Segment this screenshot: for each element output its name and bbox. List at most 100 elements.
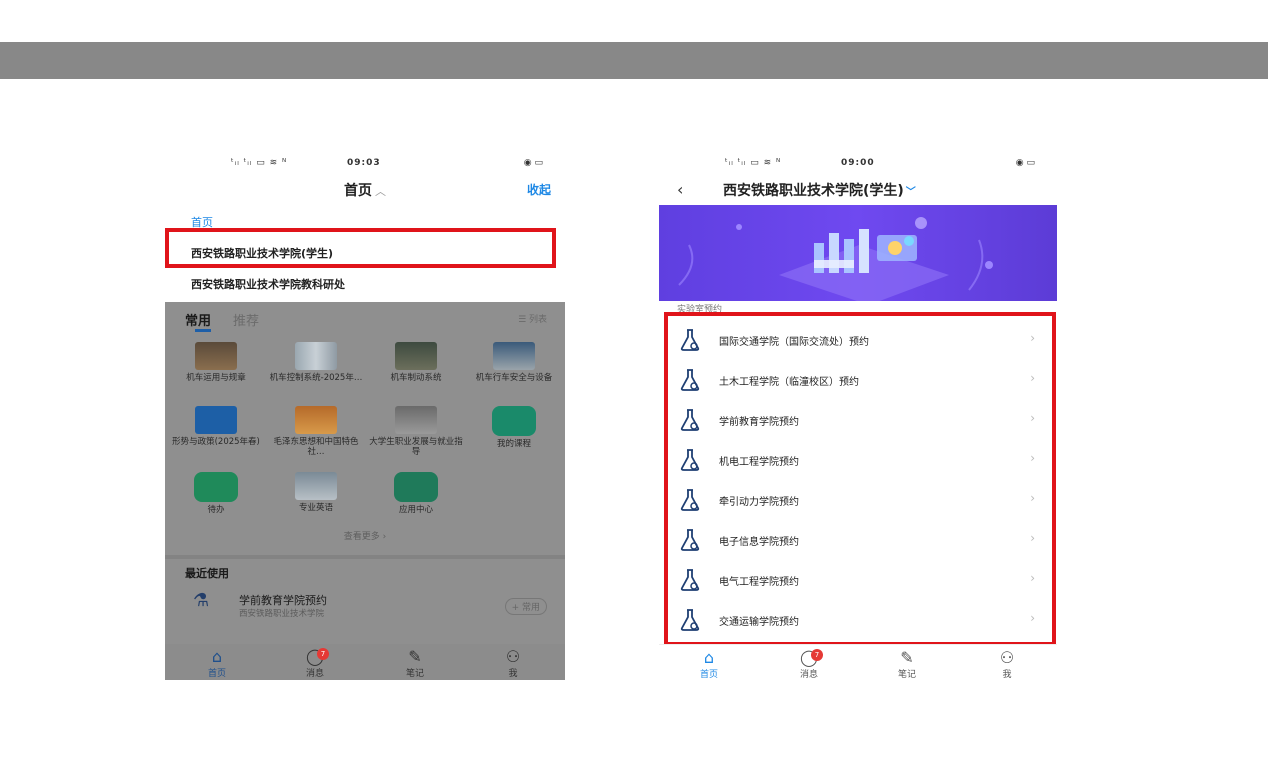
todo-icon (194, 472, 238, 502)
dimmed-overlay[interactable]: 常用 推荐 ☰ 列表 机车运用与规章 机车控制系统-2025年… 机车制动系统 机… (165, 302, 565, 680)
nav-notes[interactable]: ✎ 笔记 (877, 648, 937, 681)
nav-notes[interactable]: ✎ 笔记 (385, 647, 445, 680)
list-view-toggle[interactable]: ☰ 列表 (518, 312, 547, 325)
list-item-label: 学前教育学院预约 (719, 417, 799, 428)
grid-item[interactable]: 大学生职业发展与就业指导 (367, 406, 465, 457)
grid-item[interactable]: 机车控制系统-2025年… (267, 342, 365, 383)
chevron-right-icon: › (1030, 331, 1035, 345)
list-item[interactable]: 牵引动力学院预约 › (671, 480, 1049, 520)
back-arrow-icon[interactable]: ‹ (677, 180, 683, 199)
flask-icon (680, 489, 700, 511)
profile-icon: ⚇ (999, 648, 1015, 667)
nav-label: 首页 (699, 670, 718, 680)
recent-item-subtitle: 西安铁路职业技术学院 (239, 609, 325, 619)
flask-icon (680, 609, 700, 631)
signal-icons: ᵗᵢₗ ᵗᵢₗ ▭ ≋ ᴺ (231, 158, 288, 168)
course-icon (492, 406, 536, 436)
profile-icon: ⚇ (505, 647, 521, 666)
course-thumbnail (195, 342, 237, 370)
course-thumbnail (295, 342, 337, 370)
nav-label: 首页 (207, 669, 226, 679)
battery-icon: ◉ ▭ (523, 158, 543, 168)
list-item-label: 机电工程学院预约 (719, 457, 799, 468)
chevron-down-icon: ﹀ (905, 187, 916, 198)
page-title[interactable]: 西安铁路职业技术学院(学生) ﹀ (723, 180, 916, 200)
grid-item[interactable]: 应用中心 (367, 472, 465, 515)
grid-item-label: 专业英语 (298, 503, 333, 513)
grid-item[interactable]: 我的课程 (465, 406, 563, 449)
grid-item[interactable]: 机车行车安全与设备 (465, 342, 563, 383)
tab-recommended[interactable]: 推荐 (233, 314, 259, 329)
recent-section-title: 最近使用 (185, 567, 229, 580)
grid-item[interactable]: 机车运用与规章 (167, 342, 265, 383)
notes-icon: ✎ (900, 648, 914, 667)
chevron-right-icon: › (1030, 411, 1035, 425)
status-bar: ᵗᵢₗ ᵗᵢₗ ▭ ≋ ᴺ 09:03 ◉ ▭ (165, 158, 565, 174)
status-time: 09:03 (347, 158, 381, 168)
menu-item-student[interactable]: 西安铁路职业技术学院(学生) (191, 245, 333, 261)
grid-item[interactable]: 形势与政策(2025年春) (167, 406, 265, 447)
grid-item[interactable]: 机车制动系统 (367, 342, 465, 383)
chevron-right-icon: › (1030, 611, 1035, 625)
nav-label: 笔记 (897, 670, 916, 680)
nav-home[interactable]: ⌂ 首页 (187, 647, 247, 680)
grid-item[interactable]: 专业英语 (267, 472, 365, 513)
see-more-link[interactable]: 查看更多 › (165, 529, 565, 542)
flask-icon (680, 449, 700, 471)
grid-item-label: 机车控制系统-2025年… (269, 373, 363, 383)
list-item-label: 土木工程学院（临潼校区）预约 (719, 377, 859, 388)
nav-me[interactable]: ⚇ 我 (483, 647, 543, 680)
nav-label: 消息 (799, 670, 818, 680)
course-thumbnail (395, 406, 437, 434)
grid-item-label: 形势与政策(2025年春) (172, 437, 260, 447)
nav-label: 我 (1002, 670, 1012, 680)
list-item[interactable]: 交通运输学院预约 › (671, 600, 1049, 640)
nav-messages[interactable]: ◯ 7 消息 (779, 649, 839, 680)
chevron-up-icon: ︿ (375, 185, 386, 198)
list-item[interactable]: 土木工程学院（临潼校区）预约 › (671, 360, 1049, 400)
flask-icon (680, 369, 700, 391)
collapse-button[interactable]: 收起 (527, 181, 551, 198)
add-common-button[interactable]: + 常用 (504, 598, 547, 615)
course-thumbnail (195, 406, 237, 434)
grid-item-label: 大学生职业发展与就业指导 (369, 437, 463, 457)
nav-label: 笔记 (405, 669, 424, 679)
banner-image[interactable] (659, 205, 1057, 301)
list-item[interactable]: 国际交通学院（国际交流处）预约 › (671, 320, 1049, 360)
list-item[interactable]: 电子信息学院预约 › (671, 520, 1049, 560)
page-title-text: 西安铁路职业技术学院(学生) (723, 183, 904, 199)
isometric-illustration (678, 217, 993, 301)
chevron-right-icon: › (1030, 571, 1035, 585)
flask-icon (680, 529, 700, 551)
grid-item-label: 机车制动系统 (390, 373, 442, 383)
list-item[interactable]: 电气工程学院预约 › (671, 560, 1049, 600)
unread-badge: 7 (317, 648, 329, 660)
nav-me[interactable]: ⚇ 我 (977, 648, 1037, 681)
signal-icons: ᵗᵢₗ ᵗᵢₗ ▭ ≋ ᴺ (725, 158, 782, 168)
tab-bar: 常用 推荐 (185, 310, 259, 329)
notes-icon: ✎ (408, 647, 422, 666)
flask-icon (680, 329, 700, 351)
list-item-label: 牵引动力学院预约 (719, 497, 799, 508)
chevron-right-icon: › (1030, 491, 1035, 505)
flask-icon (680, 569, 700, 591)
top-gray-bar (0, 42, 1268, 79)
course-thumbnail (493, 342, 535, 370)
nav-messages[interactable]: ◯ 7 消息 (285, 648, 345, 679)
grid-item-label: 应用中心 (398, 505, 433, 515)
chevron-right-icon: › (1030, 371, 1035, 385)
list-item[interactable]: 机电工程学院预约 › (671, 440, 1049, 480)
home-icon: ⌂ (211, 647, 223, 666)
home-icon: ⌂ (703, 648, 715, 667)
page-title[interactable]: 首页 ︿ (165, 180, 565, 200)
menu-item-research[interactable]: 西安铁路职业技术学院教科研处 (191, 276, 345, 292)
list-item[interactable]: 学前教育学院预约 › (671, 400, 1049, 440)
course-thumbnail (295, 472, 337, 500)
nav-home[interactable]: ⌂ 首页 (679, 648, 739, 681)
divider (165, 555, 565, 559)
grid-item[interactable]: 待办 (167, 472, 265, 515)
recent-item-name[interactable]: 学前教育学院预约 (239, 592, 327, 608)
tab-common[interactable]: 常用 (185, 314, 211, 329)
grid-item[interactable]: 毛泽东思想和中国特色社… (267, 406, 365, 457)
flask-icon (680, 409, 700, 431)
